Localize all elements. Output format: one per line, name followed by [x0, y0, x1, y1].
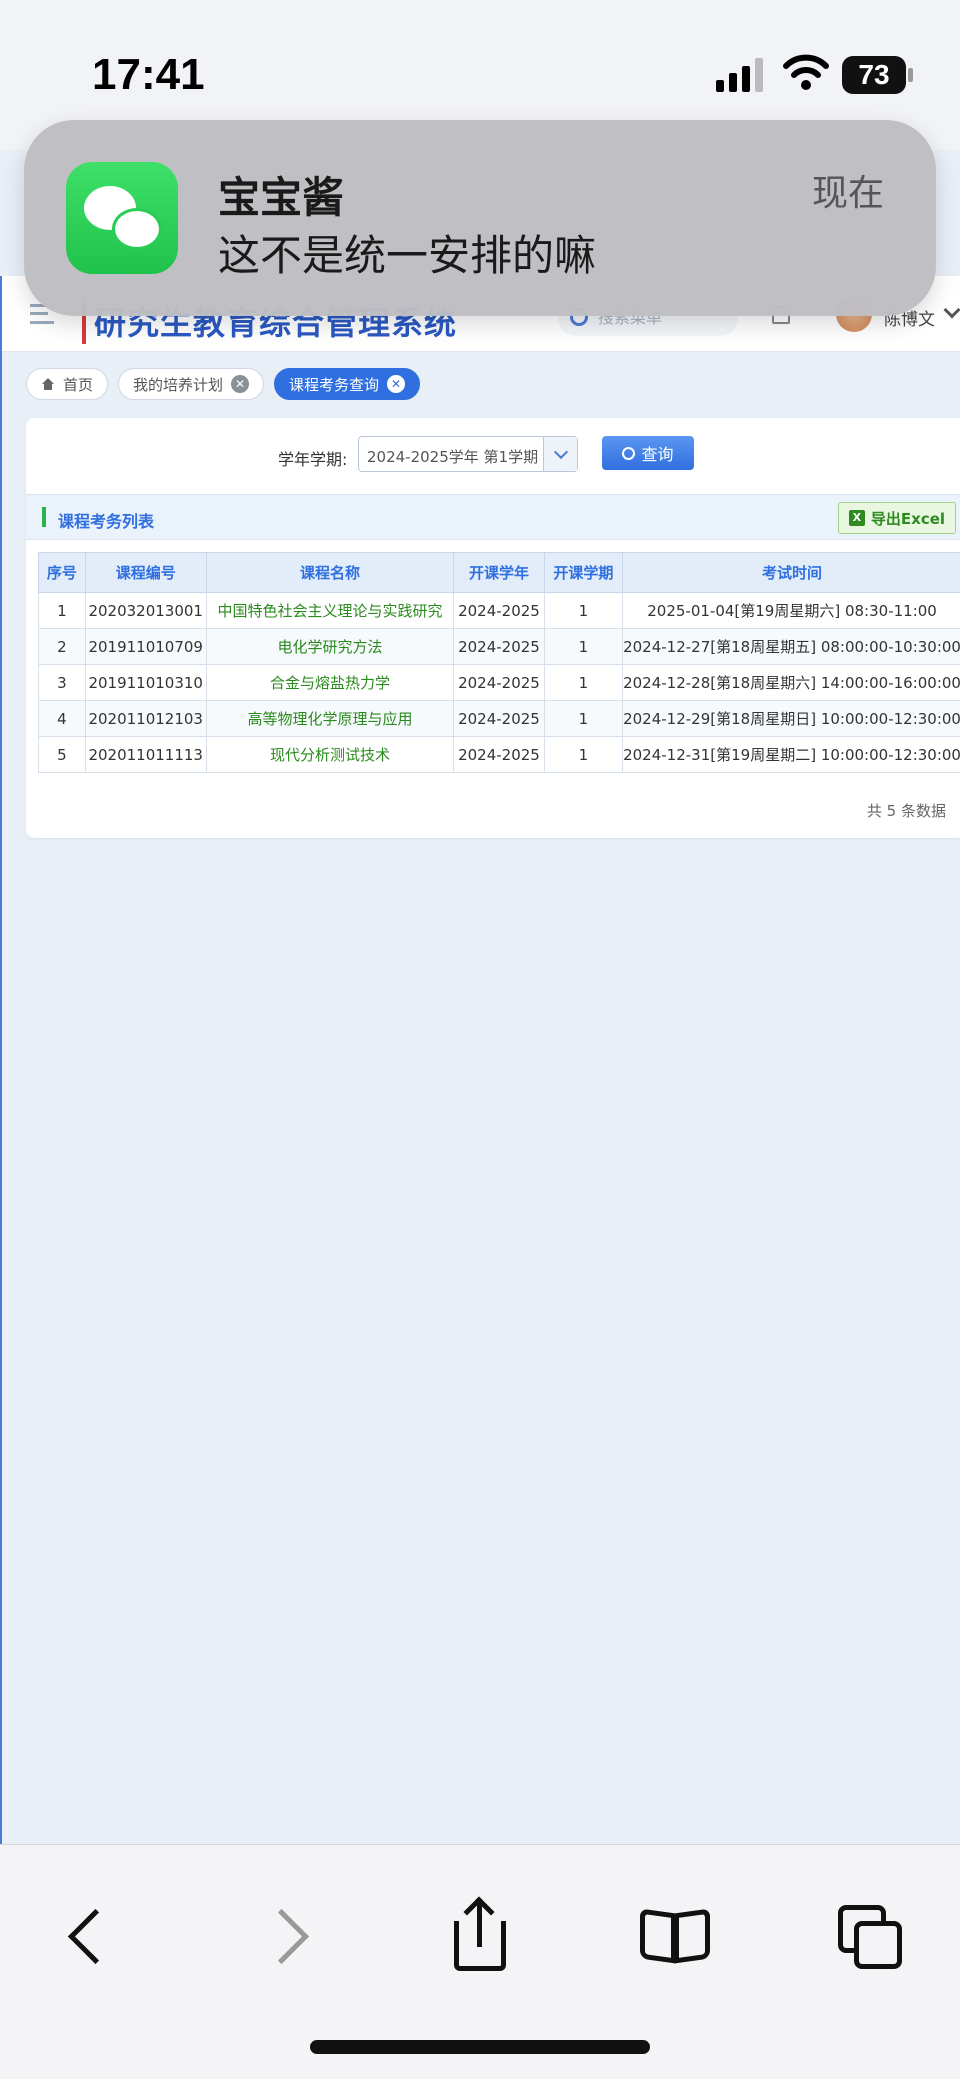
course-code: 202011012103	[84, 700, 207, 737]
exam-card: 学年学期: 2024-2025学年 第1学期 查询 课程考务列表 X 导出Exc…	[26, 418, 960, 838]
course-term: 1	[543, 700, 624, 737]
tab-label: 首页	[63, 375, 94, 394]
column-header[interactable]: 课程编号	[84, 552, 207, 593]
wifi-icon	[783, 54, 829, 90]
chevron-down-icon[interactable]	[943, 301, 960, 319]
section-marker	[42, 507, 46, 527]
course-name: 电化学研究方法	[205, 628, 455, 665]
table-header-row: 序号 课程编号 课程名称 开课学年 开课学期 考试时间	[38, 552, 960, 593]
course-term: 1	[543, 592, 624, 629]
home-icon	[41, 378, 55, 390]
course-code: 202032013001	[84, 592, 207, 629]
tab-home[interactable]: 首页	[26, 368, 109, 400]
tab-training-plan[interactable]: 我的培养计划 ✕	[118, 368, 265, 400]
export-excel-button[interactable]: X 导出Excel	[838, 502, 956, 534]
notification-banner[interactable]: 宝宝酱 这不是统一安排的嘛 现在	[24, 120, 936, 316]
course-code: 201911010709	[84, 628, 207, 665]
course-name: 现代分析测试技术	[205, 736, 455, 773]
column-header[interactable]: 课程名称	[205, 552, 455, 593]
course-year: 2024-2025	[453, 736, 545, 773]
wechat-icon	[66, 162, 178, 274]
term-select[interactable]: 2024-2025学年 第1学期	[358, 436, 578, 472]
course-term: 1	[543, 736, 624, 773]
excel-icon: X	[848, 510, 865, 526]
tab-exam-query[interactable]: 课程考务查询 ✕	[274, 368, 421, 400]
course-term: 1	[543, 664, 624, 701]
course-year: 2024-2025	[453, 628, 545, 665]
exam-time: 2024-12-27[第18周星期五] 08:00:00-10:30:00	[622, 628, 960, 665]
exam-table: 序号 课程编号 课程名称 开课学年 开课学期 考试时间 1 2020320130…	[38, 552, 960, 773]
filter-row: 学年学期: 2024-2025学年 第1学期 查询	[26, 418, 960, 494]
tabs-button[interactable]	[832, 1895, 912, 1975]
cellular-signal-icon	[716, 58, 763, 92]
record-count: 共 5 条数据	[866, 802, 946, 820]
notification-time: 现在	[811, 173, 884, 214]
battery-icon: 73	[842, 56, 913, 94]
share-button[interactable]	[440, 1895, 520, 1975]
back-button[interactable]	[48, 1895, 128, 1975]
course-year: 2024-2025	[453, 592, 545, 629]
forward-button[interactable]	[248, 1895, 328, 1975]
course-year: 2024-2025	[453, 664, 545, 701]
table-row[interactable]: 2 201911010709 电化学研究方法 2024-2025 1 2024-…	[38, 628, 960, 665]
close-icon[interactable]: ✕	[387, 375, 406, 393]
column-header[interactable]: 序号	[38, 552, 86, 593]
row-index: 5	[38, 736, 86, 773]
column-header[interactable]: 考试时间	[622, 552, 960, 593]
table-row[interactable]: 5 202011011113 现代分析测试技术 2024-2025 1 2024…	[38, 736, 960, 773]
course-name: 高等物理化学原理与应用	[205, 700, 455, 737]
home-indicator[interactable]	[310, 2040, 650, 2054]
exam-time: 2025-01-04[第19周星期六] 08:30-11:00	[622, 592, 960, 629]
list-title: 课程考务列表	[58, 512, 155, 531]
web-page: 研究生教育综合管理系统 搜索菜单 陈博文 首页 我的培养计划 ✕ 课程考务查询 …	[0, 276, 960, 1844]
row-index: 3	[38, 664, 86, 701]
course-name: 合金与熔盐热力学	[205, 664, 455, 701]
chevron-down-icon[interactable]	[543, 437, 577, 471]
close-icon[interactable]: ✕	[231, 375, 250, 393]
battery-level: 73	[842, 56, 906, 94]
course-year: 2024-2025	[453, 700, 545, 737]
search-icon	[622, 446, 636, 460]
table-row[interactable]: 4 202011012103 高等物理化学原理与应用 2024-2025 1 2…	[38, 700, 960, 737]
term-label: 学年学期:	[278, 450, 348, 469]
term-value: 2024-2025学年 第1学期	[367, 448, 539, 466]
course-code: 202011011113	[84, 736, 207, 773]
bookmarks-button[interactable]	[636, 1895, 716, 1975]
export-label: 导出Excel	[870, 509, 946, 528]
row-index: 1	[38, 592, 86, 629]
notification-message: 这不是统一安排的嘛	[218, 231, 597, 280]
column-header[interactable]: 开课学年	[453, 552, 545, 593]
exam-time: 2024-12-28[第18周星期六] 14:00:00-16:00:00	[622, 664, 960, 701]
clock: 17:41	[92, 50, 205, 99]
table-row[interactable]: 1 202032013001 中国特色社会主义理论与实践研究 2024-2025…	[38, 592, 960, 629]
query-button[interactable]: 查询	[602, 436, 694, 470]
list-header: 课程考务列表 X 导出Excel	[26, 494, 960, 540]
page-tabs: 首页 我的培养计划 ✕ 课程考务查询 ✕	[26, 368, 421, 400]
notification-sender: 宝宝酱	[218, 173, 345, 222]
table-row[interactable]: 3 201911010310 合金与熔盐热力学 2024-2025 1 2024…	[38, 664, 960, 701]
row-index: 4	[38, 700, 86, 737]
exam-time: 2024-12-31[第19周星期二] 10:00:00-12:30:00	[622, 736, 960, 773]
row-index: 2	[38, 628, 86, 665]
course-term: 1	[543, 628, 624, 665]
course-code: 201911010310	[84, 664, 207, 701]
exam-time: 2024-12-29[第18周星期日] 10:00:00-12:30:00	[622, 700, 960, 737]
query-label: 查询	[641, 445, 674, 464]
tab-label: 课程考务查询	[289, 375, 380, 394]
tab-label: 我的培养计划	[133, 375, 224, 394]
course-name: 中国特色社会主义理论与实践研究	[205, 592, 455, 629]
column-header[interactable]: 开课学期	[543, 552, 624, 593]
